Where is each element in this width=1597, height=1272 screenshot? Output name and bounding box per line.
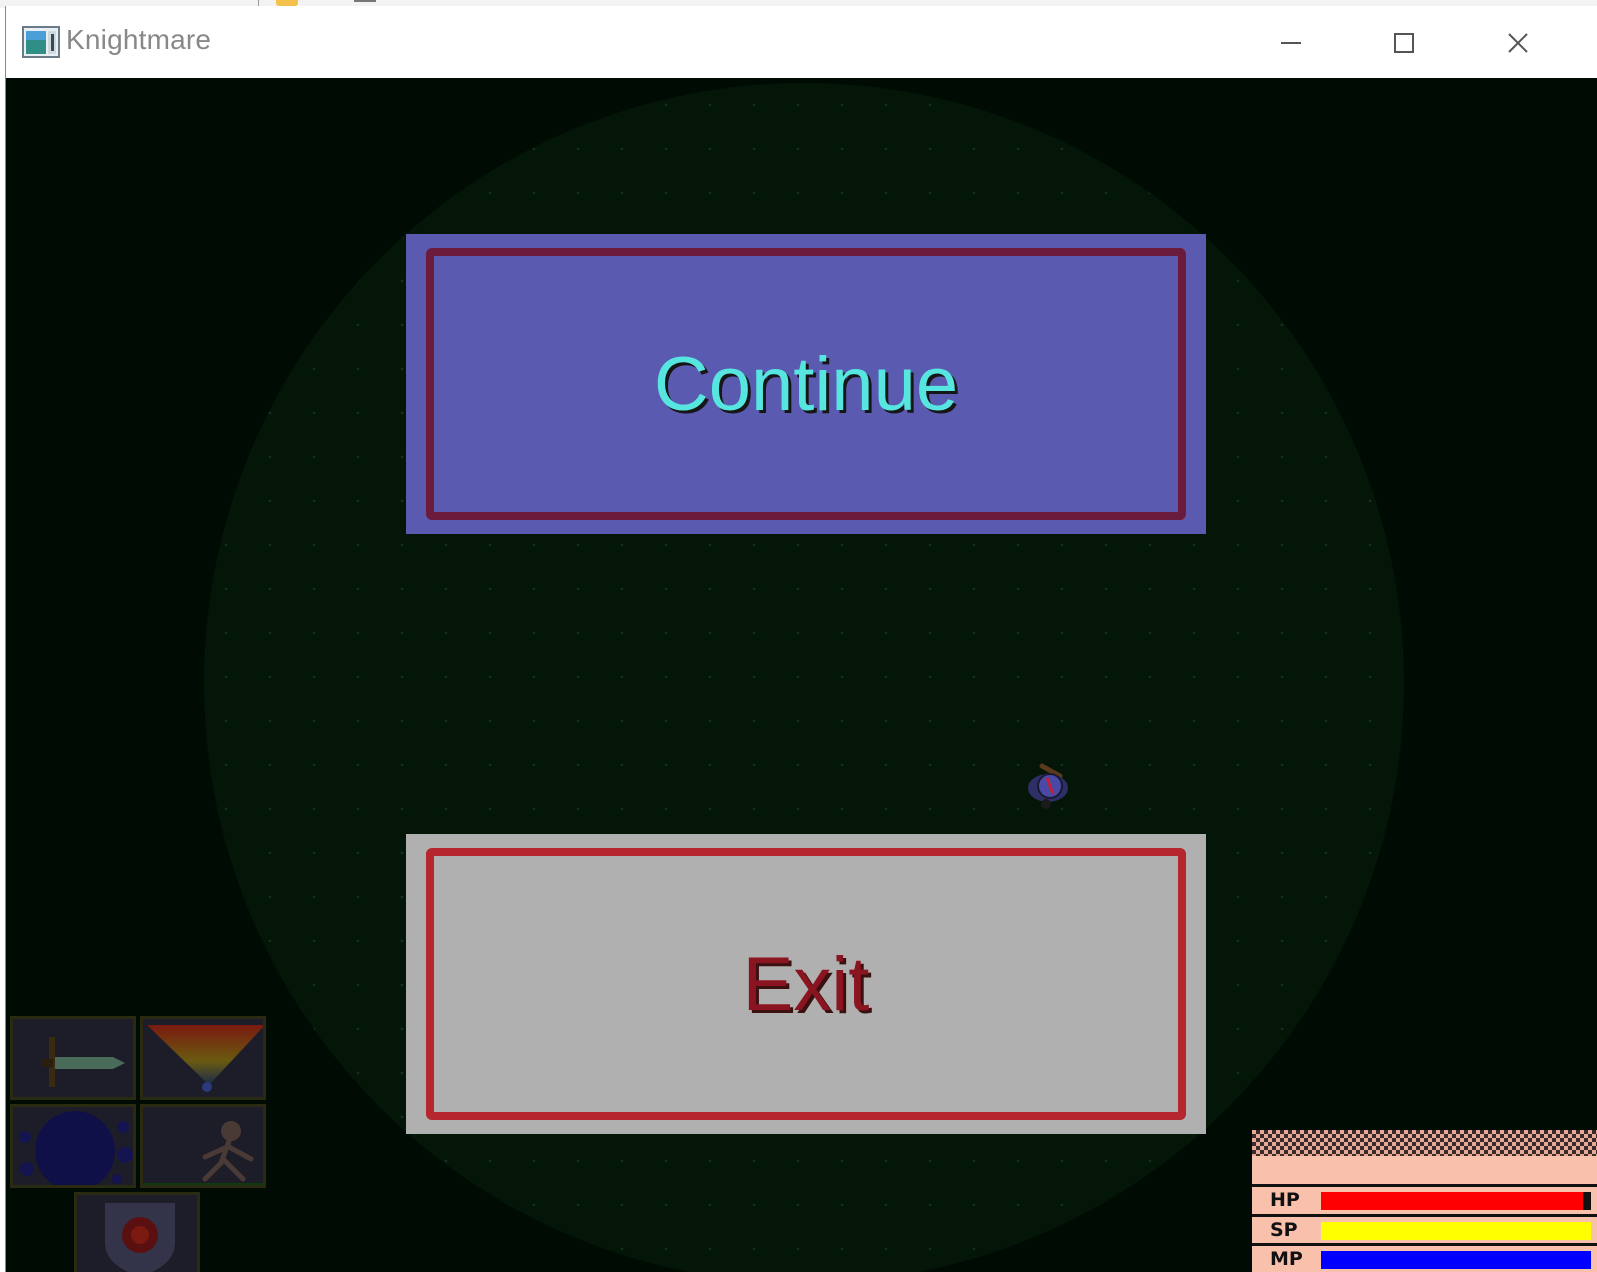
mp-bar-track (1321, 1251, 1591, 1269)
continue-button-label: Continue (653, 341, 959, 427)
mp-bar-fill (1321, 1251, 1591, 1269)
inventory-slot-sword[interactable] (10, 1016, 136, 1100)
sp-label: SP (1270, 1219, 1298, 1241)
maximize-button[interactable] (1374, 18, 1434, 68)
sp-row: SP (1252, 1214, 1597, 1245)
exit-button[interactable]: Exit (406, 834, 1206, 1134)
minimize-button[interactable] (1261, 18, 1321, 68)
maximize-icon (1394, 33, 1414, 53)
inventory-slots (6, 1016, 276, 1272)
continue-button[interactable]: Continue (406, 234, 1206, 534)
exit-button-label: Exit (742, 941, 870, 1027)
game-canvas[interactable]: Continue Exit HP SP MP (6, 78, 1597, 1272)
close-icon (1508, 33, 1528, 53)
hp-label: HP (1270, 1189, 1300, 1211)
inventory-slot-torch[interactable] (140, 1016, 266, 1100)
taskbar-item (354, 0, 376, 2)
sp-bar-fill (1321, 1222, 1591, 1240)
inventory-slot-figure[interactable] (140, 1104, 266, 1188)
window-title: Knightmare (66, 24, 212, 55)
game-window: Knightmare Continue Exit HP SP MP (6, 6, 1597, 1272)
player-knight-icon (1020, 756, 1080, 816)
sp-bar-track (1321, 1222, 1591, 1240)
hp-bar-fill (1321, 1192, 1583, 1210)
inventory-slot-shield[interactable] (74, 1192, 200, 1272)
close-button[interactable] (1488, 18, 1548, 68)
figure-summon-icon (143, 1121, 263, 1185)
mp-label: MP (1270, 1248, 1303, 1270)
orb-spell-icon (19, 1111, 133, 1185)
shield-icon (105, 1203, 175, 1272)
mp-row: MP (1252, 1243, 1597, 1272)
hp-bar-track (1321, 1192, 1591, 1210)
app-window-icon (22, 26, 60, 58)
stats-hud: HP SP MP (1252, 1130, 1597, 1272)
minimize-icon (1281, 42, 1301, 44)
hp-row: HP (1252, 1184, 1597, 1215)
inventory-slot-orb[interactable] (10, 1104, 136, 1188)
title-bar[interactable]: Knightmare (6, 6, 1597, 78)
torch-light-icon (147, 1025, 263, 1092)
hud-header-pattern (1252, 1130, 1597, 1156)
sword-icon (41, 1037, 125, 1087)
